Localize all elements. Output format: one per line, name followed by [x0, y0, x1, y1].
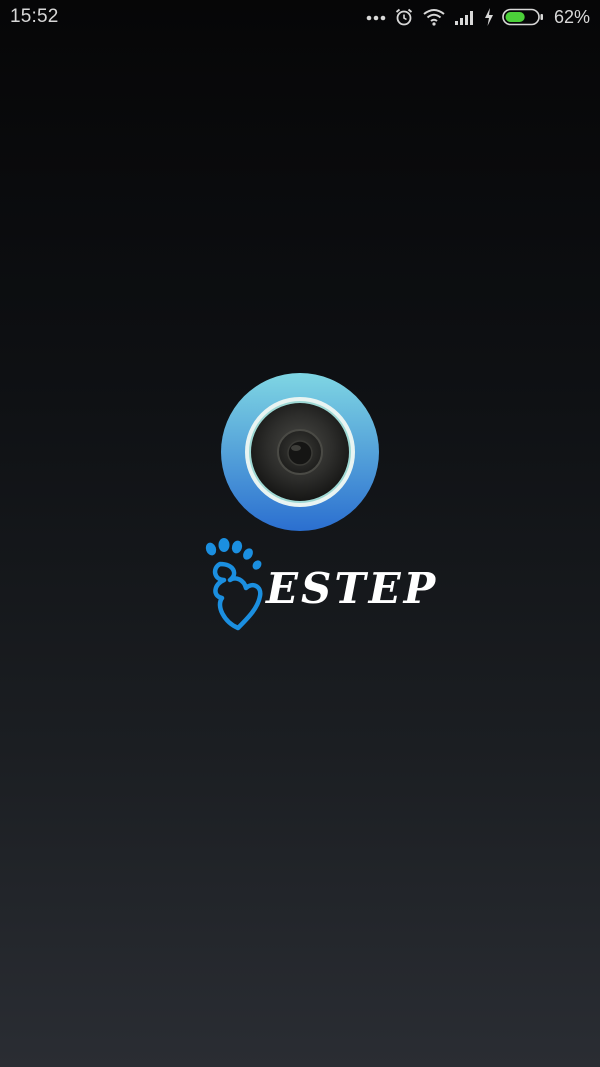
- estep-brand-logo: ESTEP: [200, 538, 435, 633]
- brand-name-text: ESTEP: [266, 564, 439, 613]
- camera-lens-logo: [221, 373, 379, 531]
- footprint-logo-icon: [200, 538, 270, 633]
- splash-screen: ESTEP: [0, 0, 600, 1067]
